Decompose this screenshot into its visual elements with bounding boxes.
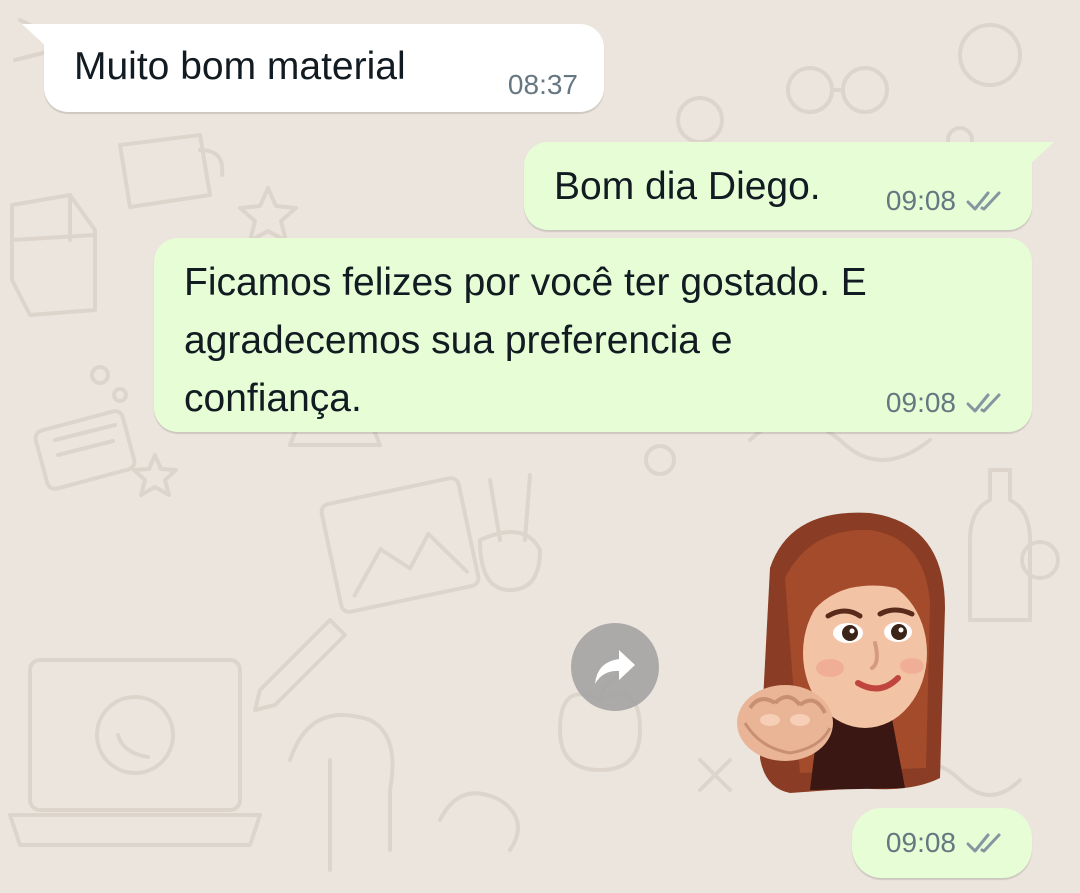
message-time: 08:37 [507, 69, 578, 100]
double-check-icon [966, 191, 1001, 211]
message-time: 09:08 [885, 185, 956, 216]
message-text: Muito bom material [74, 45, 406, 88]
message-time: 09:08 [885, 827, 956, 858]
message-meta: 09:08 [886, 828, 1006, 858]
message-time: 09:08 [885, 387, 956, 418]
bubble-tail [22, 24, 50, 50]
sticker-meta-pill: 09:08 [852, 808, 1032, 878]
double-check-icon [966, 833, 1001, 853]
sticker-memoji[interactable] [730, 508, 960, 803]
incoming-message-bubble[interactable]: Muito bom material 08:37 [22, 24, 604, 112]
bubble-tail [1026, 142, 1054, 168]
outgoing-message-bubble[interactable]: Ficamos felizes por você ter gostado. E … [154, 238, 1032, 432]
message-meta: 09:08 [886, 186, 1006, 216]
message-text: Ficamos felizes por você ter gostado. E … [184, 261, 867, 420]
message-text: Bom dia Diego. [554, 165, 821, 208]
message-meta: 08:37 [508, 70, 578, 100]
message-meta: 09:08 [886, 388, 1006, 418]
forward-button[interactable] [571, 623, 659, 711]
double-check-icon [966, 393, 1001, 413]
forward-arrow-icon [595, 650, 635, 684]
outgoing-message-bubble[interactable]: Bom dia Diego. 09:08 [524, 142, 1054, 230]
